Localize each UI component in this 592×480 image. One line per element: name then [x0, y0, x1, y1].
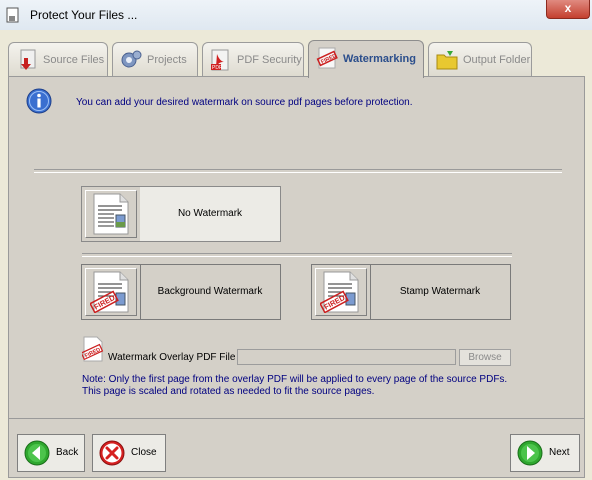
tab-watermarking[interactable]: FIRED Watermarking [308, 40, 424, 78]
window-close-button[interactable]: x [546, 0, 590, 19]
stamp-watermark-thumbnail: FIRED [312, 265, 371, 319]
next-label: Next [549, 447, 570, 458]
svg-text:PDF: PDF [212, 65, 222, 71]
tab-label: Source Files [43, 54, 105, 66]
no-watermark-thumbnail [82, 187, 141, 241]
background-watermark-option[interactable]: FIRED Background Watermark [81, 264, 281, 320]
source-files-icon [20, 49, 36, 70]
window-title: Protect Your Files ... [30, 8, 138, 22]
projects-icon [121, 50, 142, 68]
info-icon [26, 88, 52, 114]
watermark-stamp-icon: FIRED [316, 47, 338, 69]
tab-pdf-security[interactable]: PDF PDF Security [202, 42, 304, 76]
back-label: Back [56, 447, 79, 458]
background-watermark-thumbnail: FIRED [82, 265, 141, 319]
close-button[interactable]: Close [92, 434, 166, 472]
back-button[interactable]: Back [17, 434, 85, 472]
close-label: Close [131, 447, 157, 458]
divider [34, 169, 562, 173]
stamp-watermark-option[interactable]: FIRED Stamp Watermark [311, 264, 511, 320]
info-message: You can add your desired watermark on so… [76, 97, 413, 108]
tab-label: Watermarking [343, 53, 416, 65]
background-watermark-label: Background Watermark [157, 286, 263, 297]
overlay-note: Note: Only the first page from the overl… [82, 374, 508, 397]
folder-icon [436, 51, 458, 70]
browse-button[interactable]: Browse [459, 349, 511, 366]
tab-label: PDF Security [237, 54, 302, 66]
tab-source-files[interactable]: Source Files [8, 42, 108, 76]
no-watermark-option[interactable]: No Watermark [81, 186, 281, 242]
tab-projects[interactable]: Projects [112, 42, 198, 76]
overlay-file-input[interactable] [237, 349, 456, 365]
overlay-file-label: Watermark Overlay PDF File : [108, 352, 241, 363]
tab-output-folder[interactable]: Output Folder [428, 42, 532, 76]
page-icon [93, 193, 129, 235]
stamp-watermark-label: Stamp Watermark [399, 286, 481, 297]
tab-label: Output Folder [463, 54, 531, 66]
back-arrow-icon [24, 440, 50, 466]
divider [82, 253, 512, 257]
stamped-page-icon: FIRED [320, 271, 359, 313]
pdf-security-icon: PDF [211, 49, 229, 71]
next-button[interactable]: Next [510, 434, 580, 472]
watermark-file-icon: FIRED [82, 336, 104, 362]
app-icon [6, 7, 19, 23]
tab-label: Projects [147, 54, 187, 66]
no-watermark-label: No Watermark [140, 187, 280, 241]
next-arrow-icon [517, 440, 543, 466]
title-bar: Protect Your Files ... x [0, 0, 592, 31]
stamped-page-icon: FIRED [90, 271, 129, 313]
close-icon [99, 440, 125, 466]
